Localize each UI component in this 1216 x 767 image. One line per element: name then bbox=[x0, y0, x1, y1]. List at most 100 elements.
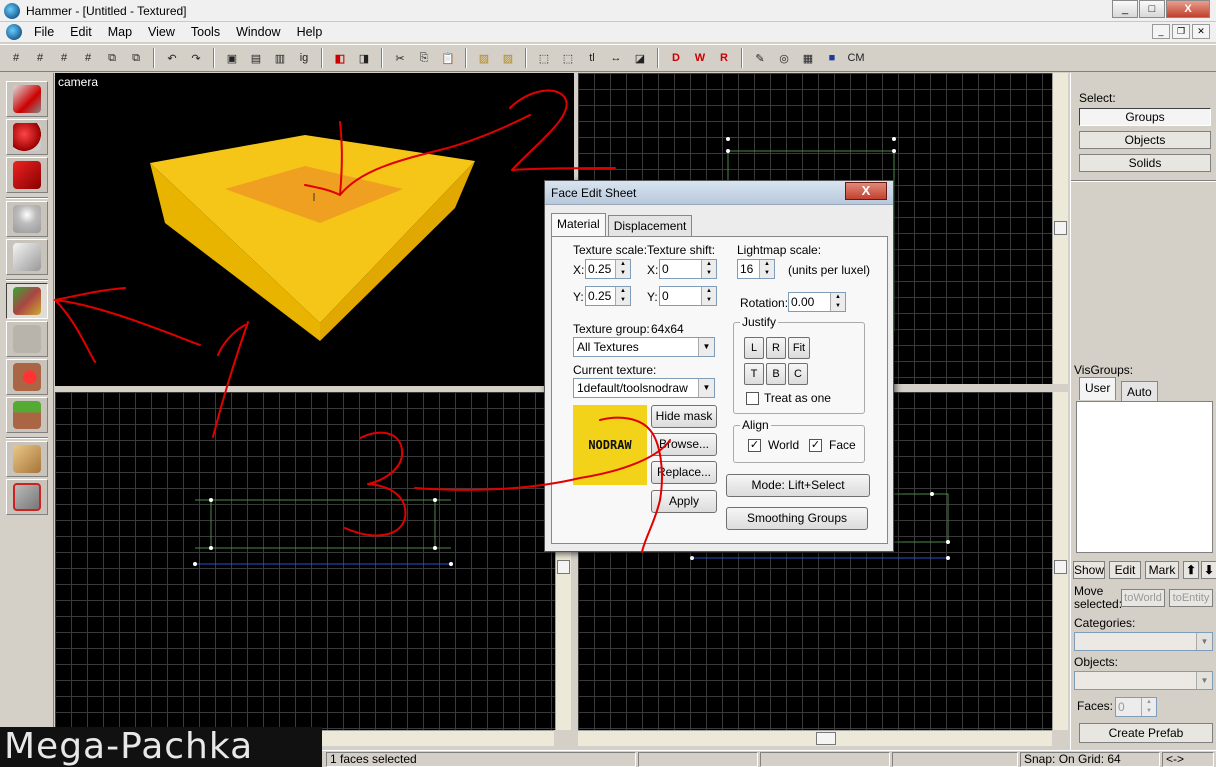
toggle-texlock-icon[interactable]: tl bbox=[581, 47, 603, 69]
mode-lift-select-button[interactable]: Mode: Lift+Select bbox=[726, 474, 870, 497]
justify-center-button[interactable]: C bbox=[788, 363, 808, 385]
grid-3d-icon[interactable]: # bbox=[29, 47, 51, 69]
tab-material[interactable]: Material bbox=[551, 213, 606, 236]
shift-y-input[interactable]: 0 ▲ ▼ bbox=[659, 286, 717, 306]
helper-display-icon[interactable]: D bbox=[665, 47, 687, 69]
visgroup-tab-user[interactable]: User bbox=[1079, 377, 1117, 400]
front-view-horizontal-scrollbar[interactable] bbox=[322, 730, 554, 746]
cordon-icon[interactable]: ◎ bbox=[773, 47, 795, 69]
menu-edit[interactable]: Edit bbox=[62, 25, 100, 39]
texture-lock-icon[interactable]: ▨ bbox=[473, 47, 495, 69]
redo-icon[interactable]: ↷ bbox=[185, 47, 207, 69]
run-map-icon[interactable]: ✎ bbox=[749, 47, 771, 69]
align-face-checkbox[interactable]: ✓ bbox=[809, 439, 822, 452]
ungroup-icon[interactable]: ⧉ bbox=[125, 47, 147, 69]
undo-icon[interactable]: ↶ bbox=[161, 47, 183, 69]
ignore-groups-icon[interactable]: ig bbox=[293, 47, 315, 69]
hide-unselected-icon[interactable]: ◨ bbox=[353, 47, 375, 69]
maximize-button[interactable]: □ bbox=[1139, 0, 1165, 18]
texture-group-select[interactable]: All Textures ▼ bbox=[573, 337, 715, 357]
magnify-tool-icon[interactable] bbox=[6, 119, 48, 155]
apply-current-texture-icon[interactable] bbox=[6, 321, 48, 357]
tie-icon[interactable]: ▥ bbox=[269, 47, 291, 69]
grid-toggle-icon[interactable]: # bbox=[5, 47, 27, 69]
dialog-title-bar[interactable]: Face Edit Sheet bbox=[545, 181, 893, 205]
block-tool-icon[interactable] bbox=[6, 239, 48, 275]
current-texture-select[interactable]: 1default/toolsnodraw ▼ bbox=[573, 378, 715, 398]
transform-icon[interactable]: ↔ bbox=[605, 47, 627, 69]
cubemap-icon[interactable]: CM bbox=[845, 47, 867, 69]
menu-file[interactable]: File bbox=[26, 25, 62, 39]
menu-view[interactable]: View bbox=[140, 25, 183, 39]
browse-button[interactable]: Browse... bbox=[651, 433, 717, 456]
faces-spinner[interactable]: 0 ▲ ▼ bbox=[1115, 697, 1157, 717]
scale-y-input[interactable]: 0.25 ▲ ▼ bbox=[585, 286, 631, 306]
decal-tool-icon[interactable] bbox=[6, 359, 48, 395]
edit-visgroup-button[interactable]: Edit bbox=[1109, 561, 1141, 579]
camera-viewport[interactable]: camera bbox=[55, 73, 574, 386]
justify-right-button[interactable]: R bbox=[766, 337, 786, 359]
mdi-minimize-icon[interactable]: _ bbox=[1152, 24, 1170, 39]
front-view-viewport[interactable] bbox=[55, 392, 555, 730]
menu-map[interactable]: Map bbox=[100, 25, 140, 39]
hide-selected-icon[interactable]: ◧ bbox=[329, 47, 351, 69]
mark-visgroup-button[interactable]: Mark bbox=[1145, 561, 1179, 579]
apply-button[interactable]: Apply bbox=[651, 490, 717, 513]
select-region-icon[interactable]: ⬚ bbox=[557, 47, 579, 69]
clipping-tool-icon[interactable] bbox=[6, 441, 48, 477]
select-box-icon[interactable]: ⬚ bbox=[533, 47, 555, 69]
smoothing-groups-button[interactable]: Smoothing Groups bbox=[726, 507, 868, 530]
clip-icon[interactable]: ◪ bbox=[629, 47, 651, 69]
document-icon[interactable] bbox=[6, 24, 22, 40]
close-window-button[interactable]: X bbox=[1166, 0, 1210, 18]
move-up-arrow-icon[interactable]: ⬆ bbox=[1183, 561, 1199, 579]
copy-icon[interactable]: ⎘ bbox=[413, 47, 435, 69]
menu-tools[interactable]: Tools bbox=[183, 25, 228, 39]
menu-help[interactable]: Help bbox=[289, 25, 331, 39]
select-solids-button[interactable]: Solids bbox=[1079, 154, 1211, 172]
entity-display-icon[interactable]: R bbox=[713, 47, 735, 69]
grid-smaller-icon[interactable]: # bbox=[53, 47, 75, 69]
side-view-vertical-scrollbar[interactable] bbox=[1052, 392, 1068, 730]
hollow-icon[interactable]: ▤ bbox=[245, 47, 267, 69]
justify-left-button[interactable]: L bbox=[744, 337, 764, 359]
camera-tool-icon[interactable] bbox=[6, 157, 48, 193]
objects-combo[interactable]: ▼ bbox=[1074, 671, 1213, 690]
create-prefab-button[interactable]: Create Prefab bbox=[1079, 723, 1213, 743]
rotation-input[interactable]: 0.00 ▲ ▼ bbox=[788, 292, 846, 312]
grid-larger-icon[interactable]: # bbox=[77, 47, 99, 69]
replace-button[interactable]: Replace... bbox=[651, 461, 717, 484]
paste-icon[interactable]: 📋 bbox=[437, 47, 459, 69]
minimize-button[interactable]: _ bbox=[1112, 0, 1138, 18]
show-visgroup-button[interactable]: Show bbox=[1073, 561, 1105, 579]
to-world-button[interactable]: toWorld bbox=[1121, 589, 1165, 607]
carve-icon[interactable]: ▣ bbox=[221, 47, 243, 69]
overlay-tool-icon[interactable] bbox=[6, 397, 48, 433]
dialog-close-button[interactable]: X bbox=[845, 182, 887, 200]
model-display-icon[interactable]: W bbox=[689, 47, 711, 69]
justify-bottom-button[interactable]: B bbox=[766, 363, 786, 385]
vertex-tool-icon[interactable] bbox=[6, 479, 48, 515]
to-entity-button[interactable]: toEntity bbox=[1169, 589, 1213, 607]
select-objects-button[interactable]: Objects bbox=[1079, 131, 1211, 149]
tab-displacement[interactable]: Displacement bbox=[607, 215, 693, 236]
select-groups-button[interactable]: Groups bbox=[1079, 108, 1211, 126]
mdi-close-icon[interactable]: ✕ bbox=[1192, 24, 1210, 39]
wireframe-icon[interactable]: ▦ bbox=[797, 47, 819, 69]
entity-tool-icon[interactable] bbox=[6, 201, 48, 237]
shift-x-input[interactable]: 0 ▲ ▼ bbox=[659, 259, 717, 279]
texture-scale-lock-icon[interactable]: ▨ bbox=[497, 47, 519, 69]
hide-mask-button[interactable]: Hide mask bbox=[651, 405, 717, 428]
side-view-horizontal-scrollbar[interactable] bbox=[578, 730, 1052, 746]
align-world-checkbox[interactable]: ✓ bbox=[748, 439, 761, 452]
treat-as-one-checkbox[interactable] bbox=[746, 392, 759, 405]
visgroup-tab-auto[interactable]: Auto bbox=[1121, 381, 1158, 402]
radius-culling-icon[interactable]: ■ bbox=[821, 47, 843, 69]
menu-window[interactable]: Window bbox=[228, 25, 288, 39]
textured-brush[interactable] bbox=[55, 73, 574, 386]
scale-x-input[interactable]: 0.25 ▲ ▼ bbox=[585, 259, 631, 279]
justify-top-button[interactable]: T bbox=[744, 363, 764, 385]
move-down-arrow-icon[interactable]: ⬇ bbox=[1201, 561, 1216, 579]
visgroup-list[interactable] bbox=[1076, 401, 1213, 553]
selection-tool-icon[interactable] bbox=[6, 81, 48, 117]
